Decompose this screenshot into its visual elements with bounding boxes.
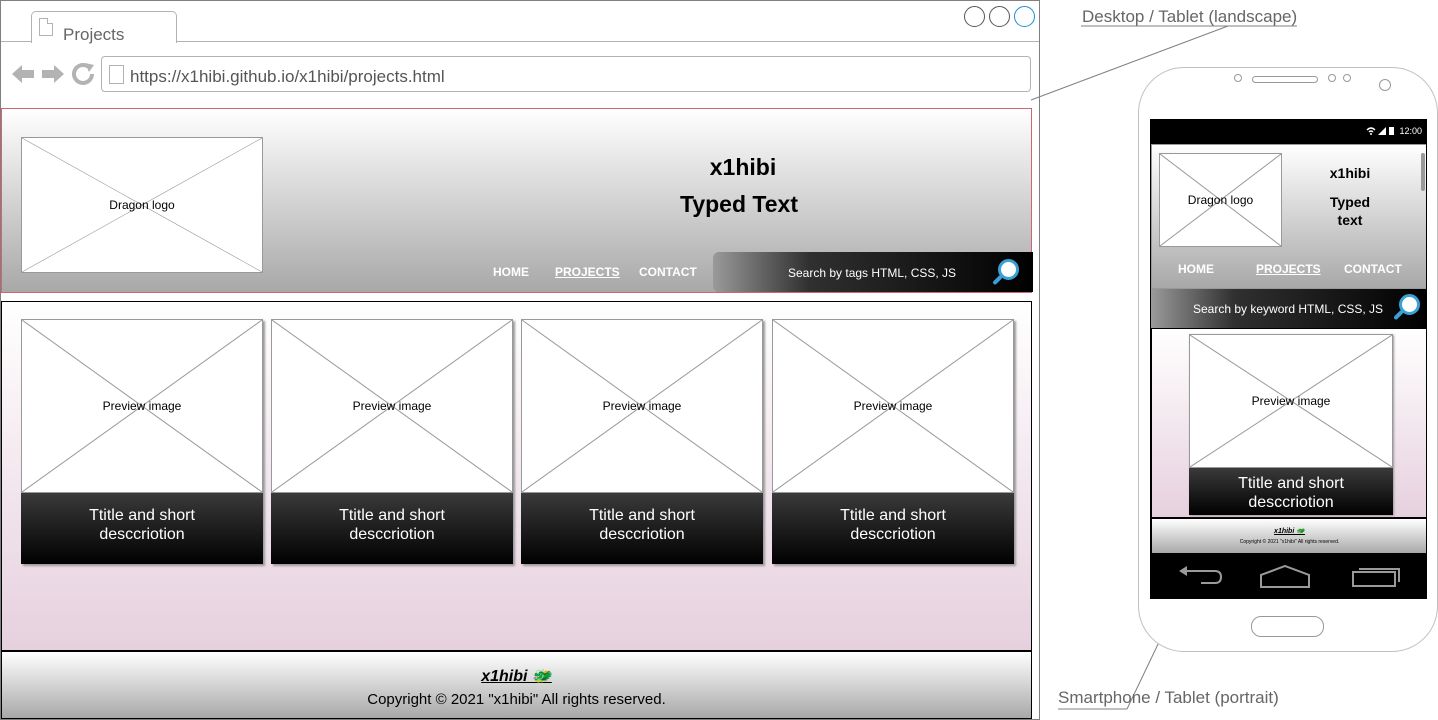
card-caption: Ttitle and short desccriotion	[271, 493, 513, 564]
search-placeholder: Search by keyword HTML, CSS, JS	[1193, 302, 1384, 316]
reload-icon[interactable]	[72, 63, 96, 89]
logo-label: Dragon logo	[1187, 193, 1254, 207]
document-icon	[39, 18, 53, 36]
preview-image-placeholder: Preview image	[772, 319, 1014, 493]
project-card[interactable]: Preview image Ttitle and short desccriot…	[271, 319, 513, 564]
typed-text-line: Typed	[1329, 194, 1371, 210]
recent-apps-icon[interactable]	[1351, 564, 1403, 588]
project-card[interactable]: Preview image Ttitle and short desccriot…	[772, 319, 1014, 564]
site-name: x1hibi	[1329, 165, 1371, 181]
nav-projects[interactable]: PROJECTS	[1256, 262, 1321, 276]
card-caption: Ttitle and short desccriotion	[521, 493, 763, 564]
footer-brand[interactable]: x1hibi 🐲	[1152, 527, 1426, 535]
site-header: Dragon logo x1hibi Typed Text HOME PROJE…	[1, 108, 1033, 293]
project-card[interactable]: Preview image Ttitle and short desccriot…	[521, 319, 763, 564]
card-caption: Ttitle and short desccriotion	[1189, 468, 1393, 515]
android-nav-bar	[1151, 554, 1426, 598]
preview-image-label: Preview image	[602, 399, 682, 413]
footer-copyright: Copyright © 2021 "x1hibi" All rights res…	[367, 691, 666, 708]
status-bar: 12:00	[1151, 120, 1426, 144]
typed-text: Typed text	[1300, 193, 1400, 229]
typed-text: Typed Text	[680, 191, 798, 217]
logo-label: Dragon logo	[109, 198, 175, 212]
window-maximize-button[interactable]	[989, 6, 1010, 27]
preview-image-placeholder: Preview image	[21, 319, 263, 493]
nav-projects[interactable]: PROJECTS	[555, 265, 620, 279]
forward-arrow-icon[interactable]	[41, 63, 65, 89]
card-title: Ttitle and short	[339, 507, 445, 524]
preview-image-label: Preview image	[853, 399, 933, 413]
site-name: x1hibi	[709, 154, 777, 180]
preview-image-label: Preview image	[352, 399, 432, 413]
url-text: https://x1hibi.github.io/x1hibi/projects…	[130, 67, 445, 86]
window-close-button[interactable]	[1014, 6, 1035, 27]
card-description: desccriotion	[850, 526, 936, 543]
address-bar[interactable]: https://x1hibi.github.io/x1hibi/projects…	[101, 56, 1031, 92]
desktop-browser-mockup: Projects https://x1hibi.github.io/x1hibi…	[0, 0, 1040, 720]
nav-contact[interactable]: CONTACT	[1344, 262, 1402, 276]
phone-sensor	[1343, 74, 1351, 82]
projects-list: Preview image Ttitle and short desccriot…	[1151, 328, 1426, 518]
mobile-footer: x1hibi 🐲 Copyright © 2021 "x1hibi" All r…	[1151, 518, 1426, 554]
phone-screen: 12:00 Dragon logo x1hibi Typed text HOME…	[1150, 119, 1427, 599]
signal-battery-icon	[1366, 126, 1396, 138]
card-description: desccriotion	[1248, 494, 1334, 511]
window-minimize-button[interactable]	[964, 6, 985, 27]
scrollbar[interactable]	[1421, 153, 1425, 191]
preview-image-placeholder: Preview image	[1189, 334, 1393, 468]
phone-camera	[1379, 79, 1391, 91]
card-description: desccriotion	[349, 526, 435, 543]
mobile-annotation: Smartphone / Tablet (portrait)	[1058, 688, 1279, 707]
search-bar[interactable]: Search by keyword HTML, CSS, JS	[1151, 289, 1426, 328]
home-icon[interactable]	[1259, 565, 1311, 589]
desktop-annotation: Desktop / Tablet (landscape)	[1082, 7, 1298, 26]
phone-sensor	[1328, 74, 1336, 82]
status-time: 12:00	[1399, 126, 1422, 136]
nav-contact[interactable]: CONTACT	[639, 265, 697, 279]
tab-title: Projects	[63, 25, 125, 44]
search-icon[interactable]	[1393, 294, 1423, 322]
typed-text-line: text	[1337, 212, 1363, 228]
card-description: desccriotion	[599, 526, 685, 543]
back-arrow-icon[interactable]	[11, 63, 35, 89]
card-title: Ttitle and short	[840, 507, 946, 524]
footer-copyright: Copyright © 2021 "x1hibi" All rights res…	[1239, 539, 1340, 545]
projects-grid: Preview image Ttitle and short desccriot…	[1, 301, 1032, 651]
phone-home-button[interactable]	[1251, 616, 1324, 637]
search-bar[interactable]: Search by tags HTML, CSS, JS	[713, 252, 1033, 292]
nav-home[interactable]: HOME	[493, 265, 529, 279]
project-card[interactable]: Preview image Ttitle and short desccriot…	[21, 319, 263, 564]
preview-image-placeholder: Preview image	[521, 319, 763, 493]
phone-speaker	[1252, 76, 1318, 83]
phone-sensor	[1234, 74, 1242, 82]
footer-brand[interactable]: x1hibi 🐲	[2, 666, 1031, 686]
nav-home[interactable]: HOME	[1178, 262, 1214, 276]
search-placeholder: Search by tags HTML, CSS, JS	[788, 266, 957, 280]
card-title: Ttitle and short	[589, 507, 695, 524]
preview-image-label: Preview image	[1251, 394, 1331, 408]
card-caption: Ttitle and short desccriotion	[21, 493, 263, 564]
page-icon	[109, 65, 124, 84]
logo-placeholder: Dragon logo	[21, 137, 263, 273]
card-title: Ttitle and short	[1238, 475, 1344, 492]
card-caption: Ttitle and short desccriotion	[772, 493, 1014, 564]
browser-tab[interactable]: Projects	[31, 11, 177, 44]
project-card[interactable]: Preview image Ttitle and short desccriot…	[1189, 334, 1393, 515]
card-description: desccriotion	[99, 526, 185, 543]
back-icon[interactable]	[1177, 565, 1223, 587]
preview-image-label: Preview image	[102, 399, 182, 413]
card-title: Ttitle and short	[89, 507, 195, 524]
logo-placeholder: Dragon logo	[1159, 153, 1282, 247]
preview-image-placeholder: Preview image	[271, 319, 513, 493]
site-footer: x1hibi 🐲 Copyright © 2021 "x1hibi" All r…	[1, 651, 1032, 719]
mobile-header: Dragon logo x1hibi Typed text HOME PROJE…	[1151, 144, 1426, 289]
search-icon[interactable]	[992, 259, 1022, 287]
